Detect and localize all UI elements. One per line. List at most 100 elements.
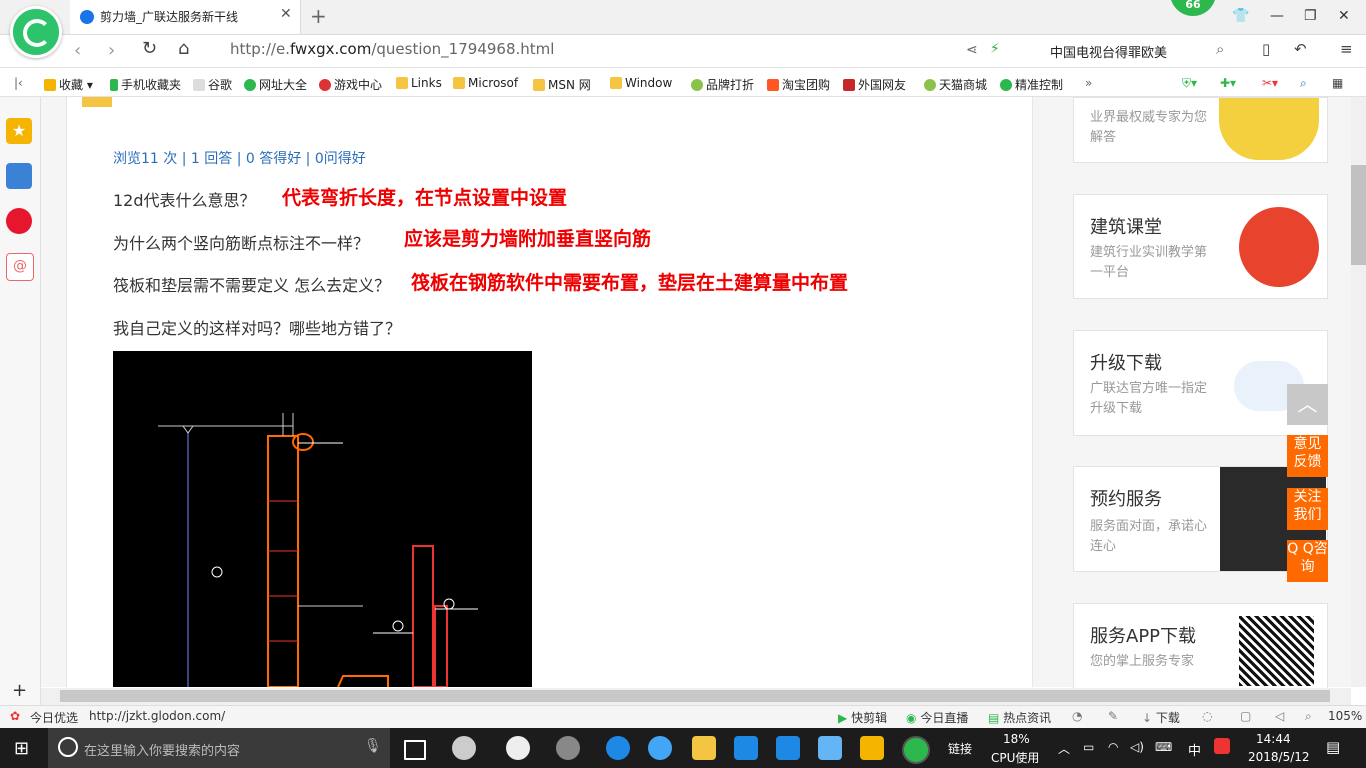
clock-time[interactable]: 14:44 bbox=[1256, 732, 1291, 746]
spiral-app-icon[interactable] bbox=[556, 736, 580, 760]
menu-icon[interactable]: ≡ bbox=[1340, 40, 1353, 58]
search-icon[interactable]: ⌕ bbox=[1216, 40, 1224, 58]
bookmark-item[interactable]: Window bbox=[610, 76, 672, 90]
bookmark-item[interactable]: 外国网友 bbox=[843, 76, 906, 93]
tray-expand-icon[interactable]: ︿ bbox=[1058, 740, 1070, 757]
notification-center-icon[interactable]: ▤ bbox=[1326, 738, 1340, 756]
question-text: 为什么两个竖向筋断点标注不一样？ bbox=[113, 234, 370, 253]
speed-mode-icon[interactable]: ⚡ bbox=[990, 41, 1000, 57]
file-explorer-icon[interactable] bbox=[692, 736, 716, 760]
more-bookmarks-icon[interactable]: » bbox=[1085, 76, 1092, 90]
close-tab-icon[interactable]: ✕ bbox=[280, 6, 292, 22]
browser-taskbar-icon[interactable] bbox=[902, 736, 930, 764]
ad-app-download[interactable]: 服务APP下载 您的掌上服务专家 bbox=[1073, 603, 1328, 689]
maximize-icon[interactable]: ❐ bbox=[1304, 8, 1317, 24]
undo-icon[interactable]: ↶ bbox=[1294, 40, 1307, 58]
add-sidebar-icon[interactable]: + bbox=[12, 680, 27, 701]
ad-building-class[interactable]: 建筑课堂 建筑行业实训教学第一平台 bbox=[1073, 194, 1328, 299]
bookmark-item[interactable]: 品牌打折 bbox=[691, 76, 754, 93]
status-item[interactable]: ▤ 热点资讯 bbox=[988, 709, 1051, 726]
cad-drawing-image[interactable] bbox=[113, 351, 532, 687]
glodon-app-icon[interactable] bbox=[734, 736, 758, 760]
forward-icon[interactable]: › bbox=[108, 40, 115, 61]
clock-date[interactable]: 2018/5/12 bbox=[1248, 750, 1310, 764]
pin-icon[interactable]: ✎ bbox=[1108, 709, 1118, 723]
internet-explorer-icon[interactable] bbox=[648, 736, 672, 760]
tool-app-icon[interactable] bbox=[776, 736, 800, 760]
daily-pick-label[interactable]: 今日优选 bbox=[30, 709, 78, 726]
bookmark-item[interactable]: 天猫商城 bbox=[924, 76, 987, 93]
new-tab-button[interactable]: + bbox=[310, 4, 327, 28]
back-icon[interactable]: ‹ bbox=[74, 40, 81, 61]
window-icon[interactable]: ▢ bbox=[1240, 709, 1251, 723]
screenshot-icon[interactable]: ✂▾ bbox=[1262, 76, 1278, 90]
status-item[interactable]: ◉ 今日直播 bbox=[906, 709, 968, 726]
horizontal-scrollbar-thumb[interactable] bbox=[60, 690, 1330, 702]
bookmark-item[interactable]: 收藏 ▾ bbox=[44, 76, 93, 93]
browser-logo-icon[interactable] bbox=[10, 6, 62, 58]
extension-add-icon[interactable]: ✚▾ bbox=[1220, 76, 1236, 90]
shield-icon[interactable]: ⛨▾ bbox=[1182, 76, 1197, 91]
bookmark-item[interactable]: Links bbox=[396, 76, 442, 90]
close-window-icon[interactable]: ✕ bbox=[1338, 8, 1350, 24]
share-icon[interactable]: ⋖ bbox=[966, 42, 978, 58]
reading-list-icon[interactable] bbox=[6, 163, 32, 189]
sogou-ime-icon[interactable] bbox=[1214, 738, 1230, 754]
bookmark-item[interactable]: MSN 网 bbox=[533, 76, 591, 93]
minimize-icon[interactable]: — bbox=[1270, 8, 1284, 24]
daily-pick-icon[interactable]: ✿ bbox=[10, 709, 20, 723]
feedback-button[interactable]: 意见反馈 bbox=[1287, 435, 1328, 477]
audio-icon[interactable]: ◁ bbox=[1275, 709, 1284, 723]
clean-icon[interactable]: ◌ bbox=[1202, 709, 1212, 723]
accelerate-icon[interactable]: ◔ bbox=[1072, 709, 1082, 723]
bookmark-item[interactable]: 游戏中心 bbox=[319, 76, 382, 93]
bookmark-item[interactable]: Microsof bbox=[453, 76, 518, 90]
volume-icon[interactable]: ◁) bbox=[1130, 740, 1144, 754]
wifi-icon[interactable]: ◠ bbox=[1108, 740, 1118, 754]
battery-icon[interactable]: ▭ bbox=[1083, 740, 1094, 754]
calculator-app-icon[interactable] bbox=[818, 736, 842, 760]
weibo-icon[interactable] bbox=[6, 208, 32, 234]
home-icon[interactable]: ⌂ bbox=[178, 38, 189, 59]
bookmark-item[interactable]: 谷歌 bbox=[193, 76, 232, 93]
mobile-icon[interactable]: ▯ bbox=[1262, 40, 1270, 58]
qq-consult-button[interactable]: Q Q咨询 bbox=[1287, 540, 1328, 582]
back-to-top-button[interactable]: ︿ bbox=[1287, 384, 1328, 425]
bookmark-item[interactable]: 手机收藏夹 bbox=[110, 76, 181, 93]
ie-edge-app-icon[interactable] bbox=[506, 736, 530, 760]
bookmark-item[interactable]: 淘宝团购 bbox=[767, 76, 830, 93]
tab-title: 剪力墙_广联达服务新干线 bbox=[100, 10, 239, 24]
status-item[interactable]: ▶ 快剪辑 bbox=[838, 709, 887, 726]
zoom-level[interactable]: 105% bbox=[1328, 709, 1362, 723]
question-stats[interactable]: 浏览11 次 | 1 回答 | 0 答得好 | 0问得好 bbox=[113, 148, 366, 168]
fan-app-icon[interactable] bbox=[452, 736, 476, 760]
find-icon[interactable]: ⌕ bbox=[1300, 76, 1307, 91]
extensions-icon[interactable]: ▦ bbox=[1332, 76, 1343, 90]
windows-start-icon[interactable]: ⊞ bbox=[14, 738, 29, 759]
avatar bbox=[82, 97, 112, 107]
ime-indicator[interactable]: 中 bbox=[1188, 740, 1201, 759]
edge-app-icon[interactable] bbox=[606, 736, 630, 760]
favorites-icon[interactable]: ★ bbox=[6, 118, 32, 144]
email-icon[interactable]: @ bbox=[6, 253, 34, 281]
hot-search-text[interactable]: 中国电视台得罪欧美 bbox=[1050, 42, 1167, 61]
sidebar-toggle-icon[interactable]: |‹ bbox=[14, 76, 23, 90]
zoom-icon[interactable]: ⌕ bbox=[1305, 709, 1312, 724]
link-label[interactable]: 链接 bbox=[948, 740, 972, 757]
ad-expert[interactable]: 业界最权威专家为您解答 bbox=[1073, 97, 1328, 163]
refresh-icon[interactable]: ↻ bbox=[142, 38, 157, 59]
keyboard-icon[interactable]: ⌨ bbox=[1155, 740, 1172, 754]
vertical-scrollbar-thumb[interactable] bbox=[1351, 165, 1366, 265]
skin-icon[interactable]: 👕 bbox=[1232, 8, 1249, 24]
bookmark-item[interactable]: 精准控制 bbox=[1000, 76, 1063, 93]
status-item[interactable]: ↓ 下载 bbox=[1142, 709, 1180, 726]
building-class-logo-icon bbox=[1239, 207, 1319, 287]
follow-us-button[interactable]: 关注我们 bbox=[1287, 488, 1328, 530]
tab-active[interactable]: 剪力墙_广联达服务新干线 ✕ bbox=[70, 0, 301, 34]
taskbar-search-box[interactable]: 在这里输入你要搜索的内容 🎙 bbox=[48, 728, 390, 768]
notes-app-icon[interactable] bbox=[860, 736, 884, 760]
ad-title: 服务APP下载 bbox=[1090, 626, 1197, 647]
bookmark-item[interactable]: 网址大全 bbox=[244, 76, 307, 93]
url-field[interactable]: http://e.fwxgx.com/question_1794968.html bbox=[230, 40, 554, 58]
task-view-icon[interactable] bbox=[404, 740, 426, 760]
